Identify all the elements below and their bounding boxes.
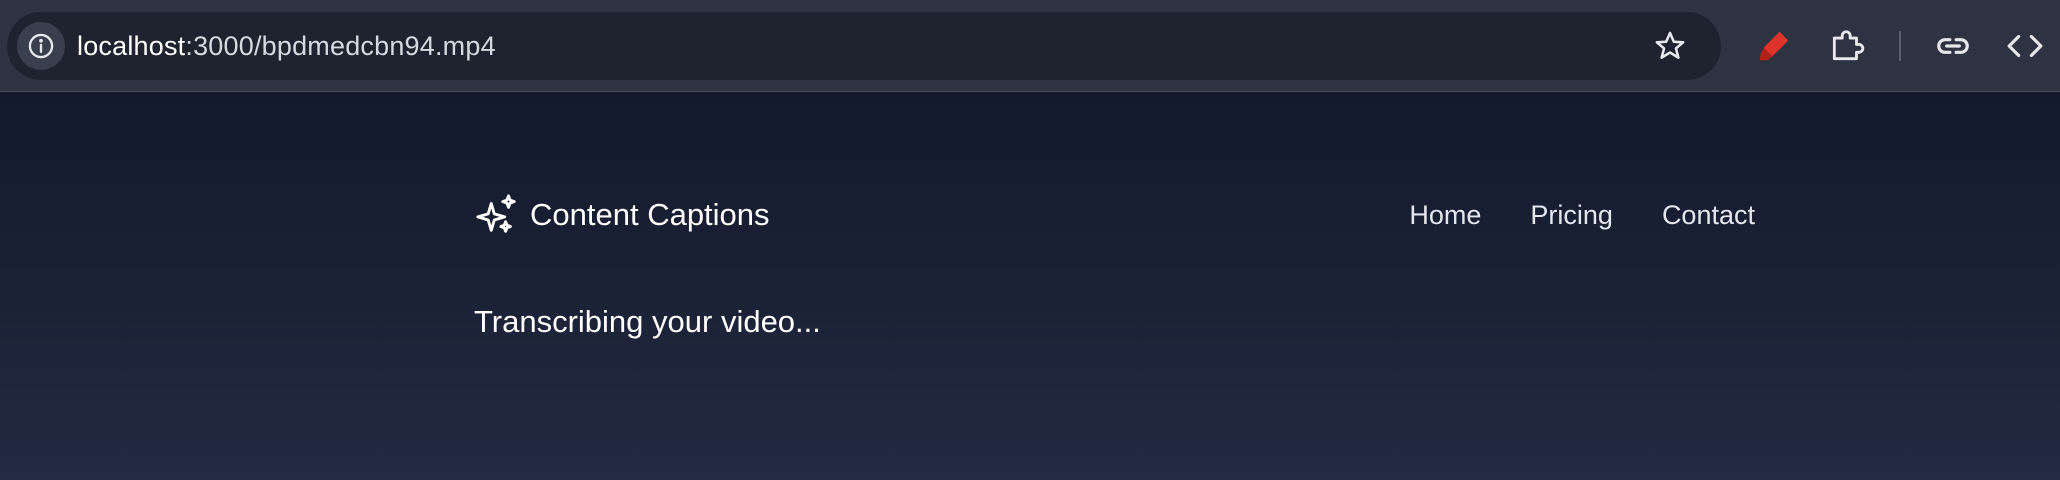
brand-logo[interactable]: Content Captions <box>474 192 770 238</box>
brand-name: Content Captions <box>530 197 770 232</box>
nav-pricing-link[interactable]: Pricing <box>1530 200 1613 231</box>
transcription-status: Transcribing your video... <box>474 304 821 339</box>
toolbar-divider <box>1899 31 1901 61</box>
sparkles-icon <box>476 194 516 233</box>
highlighter-icon[interactable] <box>1755 27 1793 65</box>
page-content: Content Captions Home Pricing Contact Tr… <box>0 92 2060 480</box>
nav-home-link[interactable]: Home <box>1409 200 1481 231</box>
main-nav: Home Pricing Contact <box>1360 192 1755 238</box>
browser-toolbar: localhost:3000/bpdmedcbn94.mp4 <box>0 0 2060 92</box>
url-path: :3000/bpdmedcbn94.mp4 <box>185 31 496 61</box>
address-bar[interactable]: localhost:3000/bpdmedcbn94.mp4 <box>7 12 1721 80</box>
link-icon[interactable] <box>1934 27 1972 65</box>
puzzle-icon[interactable] <box>1828 27 1866 65</box>
info-icon <box>28 33 54 59</box>
site-info-button[interactable] <box>17 22 65 70</box>
url-host: localhost <box>77 31 186 61</box>
star-icon[interactable] <box>1653 29 1687 63</box>
code-icon[interactable] <box>2006 27 2044 65</box>
nav-contact-link[interactable]: Contact <box>1662 200 1755 231</box>
url-text[interactable]: localhost:3000/bpdmedcbn94.mp4 <box>77 12 496 80</box>
